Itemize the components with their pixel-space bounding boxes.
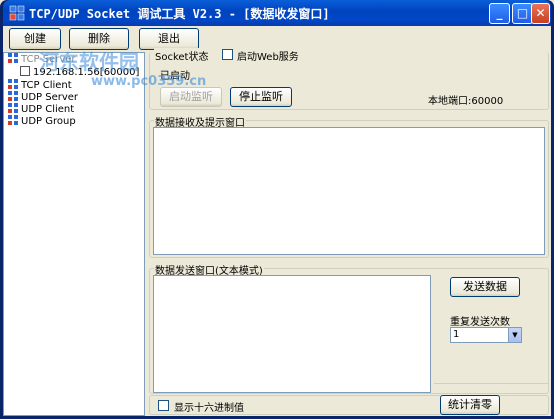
delete-button[interactable]: 删除 [69, 28, 129, 50]
connection-tree[interactable]: TCP Server 192.168.1.56[60000] TCP Clien… [3, 52, 145, 416]
hex-checkbox[interactable] [158, 400, 169, 411]
socket-icon [20, 66, 30, 76]
network-icon [8, 115, 18, 125]
tree-item-udp-group[interactable]: UDP Group [8, 115, 76, 127]
app-icon [9, 5, 25, 21]
send-textarea[interactable] [153, 275, 431, 393]
stats-clear-button[interactable]: 统计清零 [440, 395, 500, 415]
tree-item-udp-server[interactable]: UDP Server [8, 91, 78, 103]
close-button[interactable]: ✕ [531, 3, 550, 24]
tree-item-connection[interactable]: 192.168.1.56[60000] [20, 66, 139, 78]
send-group: 数据发送窗口(文本模式) 发送数据 重复发送次数 1 ▼ [149, 262, 549, 394]
repeat-count-select[interactable]: 1 ▼ [450, 327, 522, 343]
receive-textarea[interactable] [153, 127, 545, 255]
socket-status-label: Socket状态 [154, 48, 210, 63]
network-icon [8, 53, 18, 63]
title-bar[interactable]: TCP/UDP Socket 调试工具 V2.3 - [数据收发窗口] _ □ … [3, 0, 551, 26]
socket-state-text: 已启动 [160, 71, 190, 82]
window-title: TCP/UDP Socket 调试工具 V2.3 - [数据收发窗口] [29, 7, 330, 21]
app-window: TCP/UDP Socket 调试工具 V2.3 - [数据收发窗口] _ □ … [0, 0, 554, 419]
stop-listen-button[interactable]: 停止监听 [230, 87, 292, 107]
send-data-button[interactable]: 发送数据 [450, 277, 520, 297]
tree-item-tcp-client[interactable]: TCP Client [8, 79, 72, 91]
footer-bar: 显示十六进制值 统计清零 [149, 395, 549, 415]
network-icon [8, 79, 18, 89]
network-icon [8, 103, 18, 113]
exit-button[interactable]: 退出 [139, 28, 199, 50]
create-button[interactable]: 创建 [9, 28, 61, 50]
start-listen-button[interactable]: 启动监听 [160, 87, 222, 107]
receive-group: 数据接收及提示窗口 [149, 114, 549, 258]
right-panel: Socket状态 启动Web服务 已启动 启动监听 停止监听 本地端口:6000… [147, 48, 551, 416]
web-service-label: 启动Web服务 [237, 52, 299, 63]
tree-item-udp-client[interactable]: UDP Client [8, 103, 74, 115]
tree-item-tcp-server[interactable]: TCP Server [8, 53, 76, 65]
socket-status-group: Socket状态 启动Web服务 已启动 启动监听 停止监听 本地端口:6000… [149, 48, 549, 110]
network-icon [8, 91, 18, 101]
minimize-button[interactable]: _ [489, 3, 510, 24]
client-area: 创建 删除 退出 TCP Server 192.168.1.56[60000] … [3, 26, 551, 416]
maximize-button[interactable]: □ [512, 3, 533, 24]
web-service-checkbox[interactable] [222, 49, 233, 60]
hex-label: 显示十六进制值 [174, 403, 244, 414]
chevron-down-icon[interactable]: ▼ [508, 328, 521, 342]
local-port-text: 本地端口:60000 [428, 96, 504, 107]
status-strip [434, 383, 548, 393]
repeat-count-label: 重复发送次数 [450, 317, 510, 328]
